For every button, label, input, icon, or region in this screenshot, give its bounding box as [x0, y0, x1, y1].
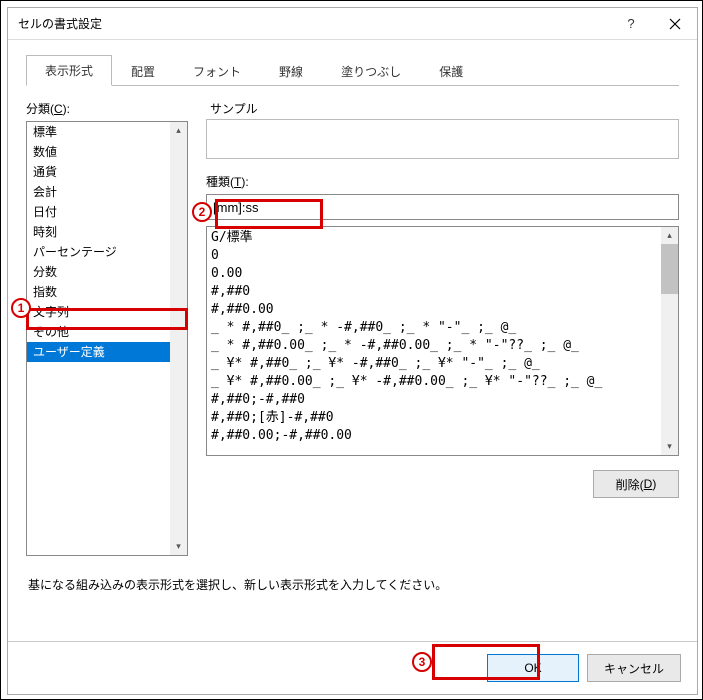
titlebar: セルの書式設定 ?: [8, 8, 697, 40]
category-item[interactable]: 数値: [27, 142, 170, 162]
format-cells-dialog: セルの書式設定 ? 表示形式 配置 フォント 野線 塗りつぶし 保護 分類(C)…: [7, 7, 698, 695]
category-item[interactable]: 時刻: [27, 222, 170, 242]
scroll-up-icon[interactable]: ▴: [170, 122, 187, 139]
help-button[interactable]: ?: [609, 8, 653, 39]
format-code-item[interactable]: #,##0.00;-#,##0.00: [211, 427, 657, 445]
format-code-item[interactable]: _ * #,##0_ ;_ * -#,##0_ ;_ * "-"_ ;_ @_: [211, 319, 657, 337]
close-icon: [669, 18, 681, 30]
close-button[interactable]: [653, 8, 697, 39]
dialog-footer: OK キャンセル: [8, 641, 697, 694]
tab-border[interactable]: 野線: [260, 56, 322, 86]
category-item[interactable]: 分数: [27, 262, 170, 282]
category-item[interactable]: 通貨: [27, 162, 170, 182]
window-title: セルの書式設定: [18, 15, 609, 32]
format-code-item[interactable]: #,##0;[赤]-#,##0: [211, 409, 657, 427]
annotation-circle-1: 1: [11, 298, 31, 318]
format-code-item[interactable]: _ * #,##0.00_ ;_ * -#,##0.00_ ;_ * "-"??…: [211, 337, 657, 355]
tab-font[interactable]: フォント: [174, 56, 260, 86]
category-item[interactable]: 文字列: [27, 302, 170, 322]
format-code-listbox[interactable]: G/標準00.00#,##0#,##0.00_ * #,##0_ ;_ * -#…: [206, 226, 679, 456]
scrollbar[interactable]: ▴ ▾: [170, 122, 187, 555]
category-label: 分類(C):: [26, 100, 188, 117]
format-code-item[interactable]: _ ¥* #,##0_ ;_ ¥* -#,##0_ ;_ ¥* "-"_ ;_ …: [211, 355, 657, 373]
format-code-item[interactable]: 0.00: [211, 265, 657, 283]
scroll-up-icon[interactable]: ▴: [661, 227, 678, 244]
category-item[interactable]: 会計: [27, 182, 170, 202]
annotation-circle-3: 3: [412, 652, 432, 672]
format-code-item[interactable]: _ ¥* #,##0.00_ ;_ ¥* -#,##0.00_ ;_ ¥* "-…: [211, 373, 657, 391]
help-text: 基になる組み込みの表示形式を選択し、新しい表示形式を入力してください。: [28, 576, 679, 593]
ok-button[interactable]: OK: [487, 654, 579, 682]
format-code-input[interactable]: [206, 194, 679, 220]
format-code-item[interactable]: #,##0;-#,##0: [211, 391, 657, 409]
scroll-down-icon[interactable]: ▾: [170, 538, 187, 555]
scroll-thumb[interactable]: [661, 244, 678, 294]
format-code-item[interactable]: G/標準: [211, 229, 657, 247]
annotation-circle-2: 2: [192, 202, 212, 222]
tab-alignment[interactable]: 配置: [112, 56, 174, 86]
scroll-down-icon[interactable]: ▾: [661, 438, 678, 455]
category-listbox[interactable]: 標準数値通貨会計日付時刻パーセンテージ分数指数文字列その他ユーザー定義 ▴ ▾: [26, 121, 188, 556]
tab-number-format[interactable]: 表示形式: [26, 55, 112, 86]
category-item[interactable]: パーセンテージ: [27, 242, 170, 262]
category-item[interactable]: ユーザー定義: [27, 342, 170, 362]
delete-button[interactable]: 削除(D): [593, 470, 679, 498]
tab-fill[interactable]: 塗りつぶし: [322, 56, 420, 86]
category-item[interactable]: 標準: [27, 122, 170, 142]
cancel-button[interactable]: キャンセル: [587, 654, 681, 682]
category-item[interactable]: その他: [27, 322, 170, 342]
sample-label: サンプル: [210, 100, 679, 117]
type-label: 種類(T):: [206, 173, 679, 190]
format-code-item[interactable]: #,##0: [211, 283, 657, 301]
format-code-item[interactable]: #,##0.00: [211, 301, 657, 319]
category-item[interactable]: 日付: [27, 202, 170, 222]
category-item[interactable]: 指数: [27, 282, 170, 302]
tabstrip: 表示形式 配置 フォント 野線 塗りつぶし 保護: [26, 54, 679, 86]
tab-protection[interactable]: 保護: [420, 56, 482, 86]
sample-preview: [206, 119, 679, 159]
format-code-item[interactable]: 0: [211, 247, 657, 265]
